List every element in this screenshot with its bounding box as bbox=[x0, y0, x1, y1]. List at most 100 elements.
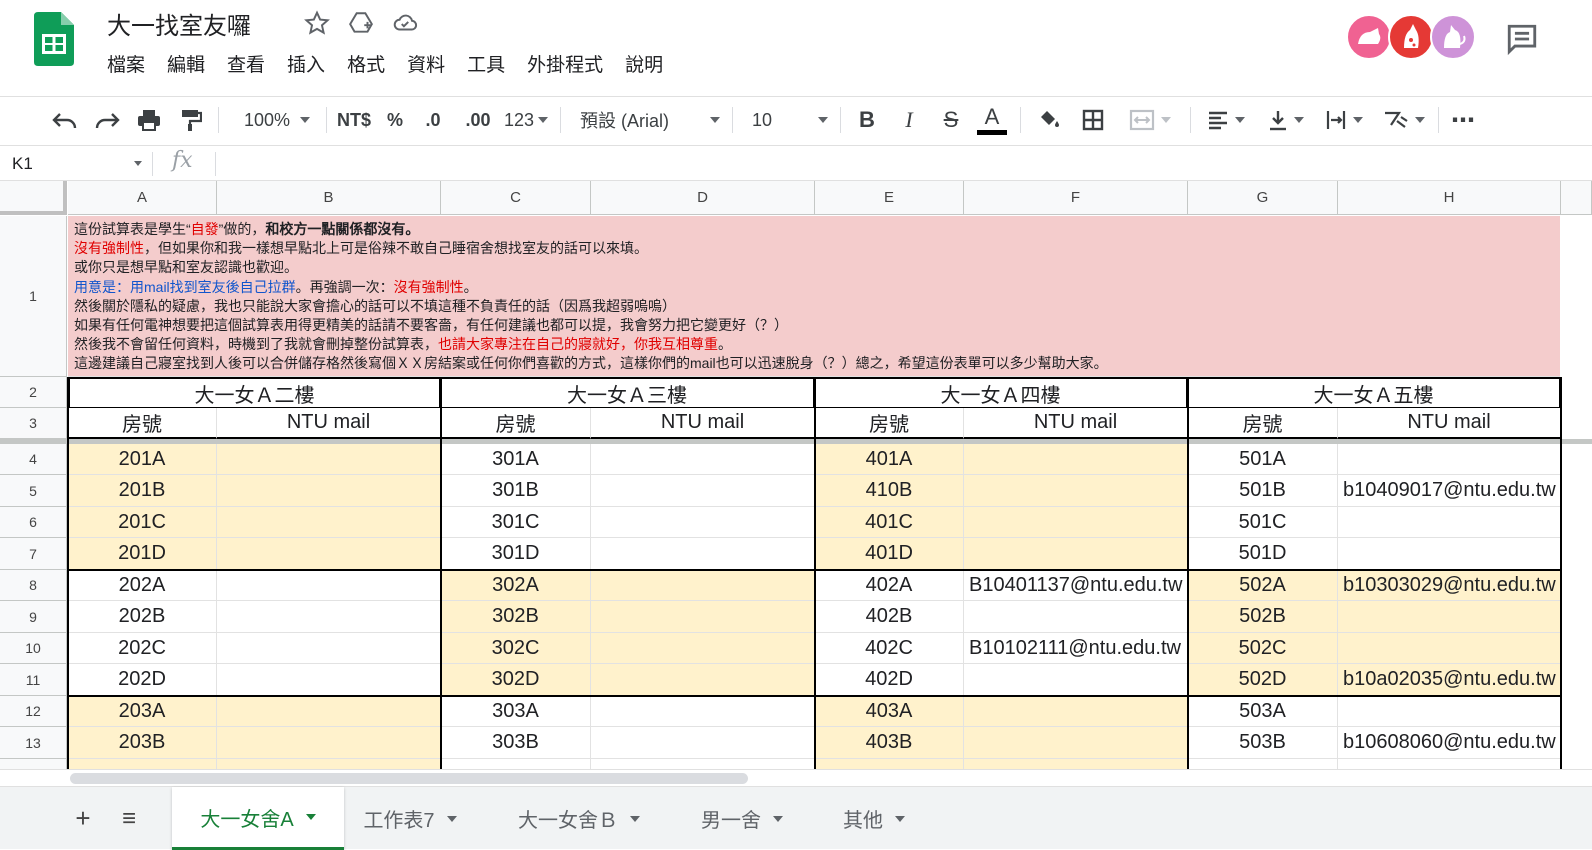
name-box[interactable]: K1 bbox=[12, 152, 146, 176]
room-number-cell[interactable]: 501D bbox=[1188, 538, 1338, 570]
column-header-e[interactable]: E bbox=[815, 181, 964, 215]
mail-header[interactable]: NTU mail bbox=[591, 408, 815, 439]
room-number-cell[interactable]: 201C bbox=[68, 507, 217, 538]
column-header-a[interactable]: A bbox=[68, 181, 217, 215]
menu-file[interactable]: 檔案 bbox=[96, 52, 156, 80]
mail-cell[interactable] bbox=[591, 444, 815, 475]
mail-cell[interactable] bbox=[217, 538, 441, 570]
column-header-f[interactable]: F bbox=[964, 181, 1188, 215]
menu-help[interactable]: 說明 bbox=[614, 52, 674, 80]
room-number-cell[interactable]: 501C bbox=[1188, 507, 1338, 538]
floor-header-2f[interactable]: 大一女Ａ二樓 bbox=[68, 377, 441, 408]
grid-cell[interactable] bbox=[1188, 759, 1338, 769]
row-header-2[interactable]: 2 bbox=[0, 377, 67, 408]
row-header-10[interactable]: 10 bbox=[0, 633, 67, 664]
mail-cell[interactable] bbox=[964, 601, 1188, 633]
mail-cell[interactable] bbox=[591, 570, 815, 601]
mail-cell[interactable] bbox=[1338, 444, 1561, 475]
zoom-select[interactable]: 100% bbox=[232, 97, 322, 143]
room-number-cell[interactable]: 202D bbox=[68, 664, 217, 696]
row-header-9[interactable]: 9 bbox=[0, 601, 67, 633]
sheet-tab-dorm-b[interactable]: 大一女舍Ｂ bbox=[494, 787, 664, 850]
floor-header-4f[interactable]: 大一女Ａ四樓 bbox=[815, 377, 1188, 408]
room-number-cell[interactable]: 201B bbox=[68, 475, 217, 507]
mail-cell[interactable]: b10608060@ntu.edu.tw bbox=[1338, 727, 1561, 759]
mail-cell[interactable]: B10401137@ntu.edu.tw bbox=[964, 570, 1188, 601]
mail-cell[interactable] bbox=[217, 444, 441, 475]
text-wrap-icon[interactable] bbox=[1318, 97, 1370, 143]
mail-cell[interactable] bbox=[1338, 633, 1561, 664]
room-number-cell[interactable]: 303B bbox=[441, 727, 591, 759]
mail-cell[interactable] bbox=[964, 727, 1188, 759]
room-number-cell[interactable]: 403B bbox=[815, 727, 964, 759]
menu-data[interactable]: 資料 bbox=[396, 52, 456, 80]
menu-view[interactable]: 查看 bbox=[216, 52, 276, 80]
floor-header-5f[interactable]: 大一女Ａ五樓 bbox=[1188, 377, 1561, 408]
room-number-cell[interactable]: 302B bbox=[441, 601, 591, 633]
room-header[interactable]: 房號 bbox=[68, 408, 217, 439]
undo-icon[interactable] bbox=[48, 97, 82, 143]
select-all-corner[interactable] bbox=[0, 181, 67, 215]
room-number-cell[interactable]: 501B bbox=[1188, 475, 1338, 507]
room-number-cell[interactable]: 202A bbox=[68, 570, 217, 601]
mail-cell[interactable] bbox=[217, 507, 441, 538]
mail-cell[interactable]: B10102111@ntu.edu.tw bbox=[964, 633, 1188, 664]
grid-cell[interactable] bbox=[591, 759, 815, 769]
mail-cell[interactable] bbox=[1338, 601, 1561, 633]
sheet-tab-sheet7[interactable]: 工作表7 bbox=[346, 787, 474, 850]
increase-decimal-button[interactable]: .00 bbox=[458, 97, 498, 143]
row-header-13[interactable]: 13 bbox=[0, 727, 67, 759]
mail-cell[interactable] bbox=[217, 696, 441, 727]
avatar-3[interactable] bbox=[1430, 14, 1476, 60]
mail-cell[interactable] bbox=[964, 538, 1188, 570]
row-header-4[interactable]: 4 bbox=[0, 444, 67, 475]
mail-cell[interactable] bbox=[591, 507, 815, 538]
sheets-logo-icon[interactable] bbox=[34, 12, 74, 66]
column-header-h[interactable]: H bbox=[1338, 181, 1561, 215]
room-number-cell[interactable]: 502A bbox=[1188, 570, 1338, 601]
column-header-i[interactable] bbox=[1561, 181, 1592, 215]
mail-cell[interactable]: b10409017@ntu.edu.tw bbox=[1338, 475, 1561, 507]
room-number-cell[interactable]: 503B bbox=[1188, 727, 1338, 759]
row-header-11[interactable]: 11 bbox=[0, 664, 67, 696]
room-number-cell[interactable]: 201A bbox=[68, 444, 217, 475]
room-number-cell[interactable]: 401D bbox=[815, 538, 964, 570]
room-header[interactable]: 房號 bbox=[441, 408, 591, 439]
room-number-cell[interactable]: 402D bbox=[815, 664, 964, 696]
room-number-cell[interactable]: 301C bbox=[441, 507, 591, 538]
room-number-cell[interactable]: 201D bbox=[68, 538, 217, 570]
mail-cell[interactable] bbox=[217, 570, 441, 601]
room-number-cell[interactable]: 302C bbox=[441, 633, 591, 664]
star-icon[interactable] bbox=[304, 10, 330, 36]
room-header[interactable]: 房號 bbox=[1188, 408, 1338, 439]
horizontal-scrollbar[interactable] bbox=[0, 769, 1592, 786]
menu-format[interactable]: 格式 bbox=[336, 52, 396, 80]
mail-cell[interactable] bbox=[1338, 507, 1561, 538]
mail-cell[interactable] bbox=[217, 633, 441, 664]
mail-cell[interactable] bbox=[217, 601, 441, 633]
room-number-cell[interactable]: 401A bbox=[815, 444, 964, 475]
font-size-select[interactable]: 10 bbox=[752, 97, 828, 143]
mail-cell[interactable]: b10a02035@ntu.edu.tw bbox=[1338, 664, 1561, 696]
text-color-button[interactable]: A bbox=[976, 97, 1008, 143]
mail-cell[interactable] bbox=[964, 475, 1188, 507]
mail-cell[interactable] bbox=[591, 633, 815, 664]
font-family-select[interactable]: 預設 (Arial) bbox=[580, 97, 720, 143]
room-number-cell[interactable]: 203A bbox=[68, 696, 217, 727]
grid-cell[interactable] bbox=[441, 759, 591, 769]
menu-edit[interactable]: 編輯 bbox=[156, 52, 216, 80]
all-sheets-button[interactable]: ≡ bbox=[112, 787, 146, 850]
notice-cell[interactable]: 這份試算表是學生“自發”做的，和校方一點關係都沒有。 沒有強制性，但如果你和我一… bbox=[68, 216, 1560, 377]
room-number-cell[interactable]: 303A bbox=[441, 696, 591, 727]
mail-header[interactable]: NTU mail bbox=[217, 408, 441, 439]
mail-cell[interactable] bbox=[591, 601, 815, 633]
sheet-tab-other[interactable]: 其他 bbox=[820, 787, 928, 850]
mail-cell[interactable] bbox=[217, 727, 441, 759]
redo-icon[interactable] bbox=[90, 97, 124, 143]
room-number-cell[interactable]: 410B bbox=[815, 475, 964, 507]
room-number-cell[interactable]: 302A bbox=[441, 570, 591, 601]
mail-cell[interactable] bbox=[217, 475, 441, 507]
percent-format-button[interactable]: % bbox=[380, 97, 410, 143]
cloud-saved-icon[interactable] bbox=[392, 10, 418, 36]
decrease-decimal-button[interactable]: .0 bbox=[416, 97, 450, 143]
